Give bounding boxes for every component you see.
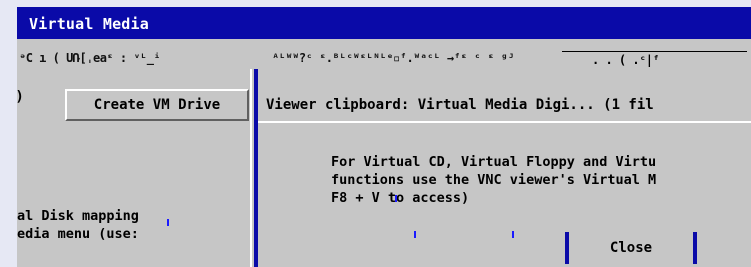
garbled-text-segment: . . ( .ᶜ|ᶠ [592,53,660,67]
viewer-clipboard-text: Viewer clipboard: Virtual Media Digi... … [266,97,654,113]
render-artifact [414,231,416,238]
create-vm-drive-button[interactable]: Create VM Drive [65,89,249,121]
separator [258,121,751,123]
render-artifact [167,219,169,226]
message-line: For Virtual CD, Virtual Floppy and Virtu [331,154,657,170]
left-text-line: edia menu (use: [17,226,139,242]
message-line: F8 + V to access) [331,190,470,206]
render-artifact [512,231,514,238]
left-panel-text: al Disk mapping edia menu (use: [17,207,139,243]
left-text-line: al Disk mapping [17,208,139,224]
dialog-message: For Virtual CD, Virtual Floppy and Virtu… [331,153,656,207]
title-bar: Virtual Media [17,7,751,39]
panel-divider-highlight [250,69,252,267]
garbled-text-segment: ᴬᴸᵂᵂ?ᶜ ᵋ.ᴮᴸᶜᵂᵋᴸᴺᴸᵉ▫ᶠ.ᵂᵃᶜᴸ →ᶠᵋ ᶜ ᵋ ᵍᴶ [272,51,515,65]
window-title: Virtual Media [29,15,149,33]
dialog-panel: Viewer clipboard: Virtual Media Digi... … [258,69,751,267]
render-artifact [395,195,397,202]
close-button[interactable]: Close [565,232,697,264]
message-line: functions use the VNC viewer's Virtual M [331,172,657,188]
garbled-text-segment: ᵊC ı ( UՌ[ˌeaᵋ : ᵛᴸ_ⁱ [19,51,161,65]
vnc-screenshot: Virtual Media ᵊC ı ( UՌ[ˌeaᵋ : ᵛᴸ_ⁱ ᴬᴸᵂᵂ… [17,7,751,267]
tab-fragment: e) [17,89,24,105]
